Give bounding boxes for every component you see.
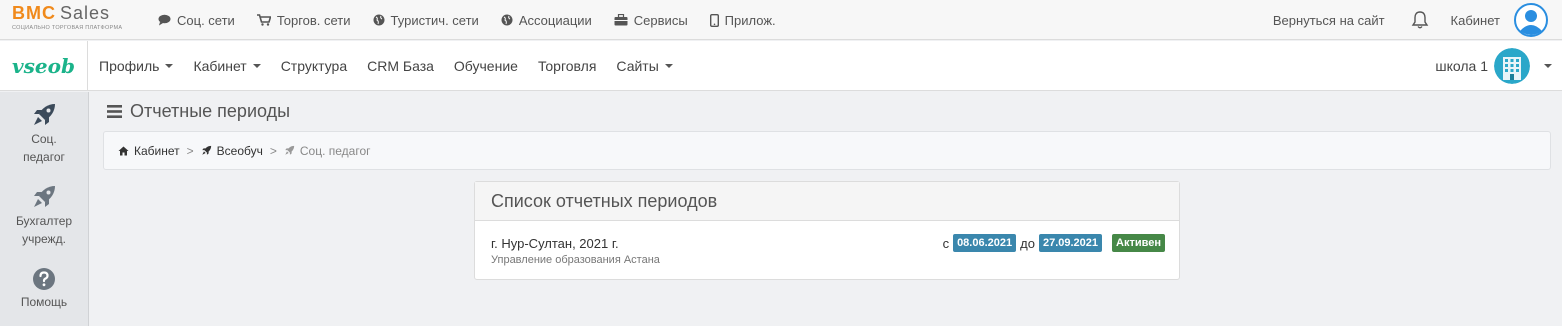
caret-down-icon <box>252 64 261 68</box>
periods-panel: Список отчетных периодов г. Нур-Султан, … <box>474 181 1180 280</box>
logo-subtitle: СОЦИАЛЬНО ТОРГОВАЯ ПЛАТФОРМА <box>12 25 123 31</box>
nav-item-cabinet[interactable]: Кабинет <box>193 58 261 74</box>
topnav-item-services[interactable]: Сервисы <box>614 13 688 28</box>
rocket-icon <box>34 104 55 125</box>
globe-icon <box>501 14 513 26</box>
nav-label: CRM База <box>367 58 434 74</box>
rocket-icon <box>34 186 55 207</box>
status-badge: Активен <box>1112 234 1165 252</box>
topnav-item-apps[interactable]: Прилож. <box>709 12 776 28</box>
cart-icon <box>256 14 271 26</box>
topnav-label: Туристич. сети <box>390 12 479 28</box>
topnav-label: Прилож. <box>724 12 776 28</box>
main-navbar: vseob Профиль Кабинет Структура CRM База… <box>0 41 1562 91</box>
nav-item-structure[interactable]: Структура <box>281 58 347 74</box>
rocket-icon <box>201 145 211 155</box>
sidebar-item-help[interactable]: Помощь <box>0 267 88 311</box>
notifications-button[interactable] <box>1411 10 1429 30</box>
from-date-badge: 08.06.2021 <box>953 234 1017 252</box>
page-title-text: Отчетные периоды <box>130 101 291 121</box>
menu-icon[interactable] <box>107 105 122 118</box>
user-avatar-icon[interactable] <box>1514 3 1548 37</box>
sidebar-item-social-pedagogue[interactable]: Соц. педагог <box>0 102 88 166</box>
top-nav: Соц. сети Торгов. сети Туристич. сети Ас… <box>158 0 798 40</box>
question-icon <box>33 268 55 290</box>
school-name: школа 1 <box>1435 58 1488 74</box>
topnav-item-social[interactable]: Соц. сети <box>158 13 235 28</box>
topnav-label: Соц. сети <box>177 12 235 28</box>
breadcrumb-label: Кабинет <box>134 143 180 158</box>
breadcrumb-label: Всеобуч <box>216 143 263 158</box>
sidebar-item-label: Помощь <box>20 295 68 309</box>
caret-down-icon <box>165 64 174 68</box>
nav-item-trade[interactable]: Торговля <box>538 58 596 74</box>
nav-label: Сайты <box>616 58 659 74</box>
nav-label: Профиль <box>99 58 160 74</box>
nav-label: Обучение <box>453 58 518 74</box>
breadcrumb-label: Соц. педагог <box>299 143 371 158</box>
to-prefix: до <box>1020 235 1035 251</box>
cabinet-link[interactable]: Кабинет <box>1451 13 1500 28</box>
caret-down-icon <box>664 64 673 68</box>
vseob-brand-logo[interactable]: vseob <box>0 41 88 91</box>
breadcrumb-separator: > <box>269 143 277 158</box>
nav-item-profile[interactable]: Профиль <box>99 58 174 74</box>
top-bar: BMC Sales СОЦИАЛЬНО ТОРГОВАЯ ПЛАТФОРМА Со… <box>0 0 1562 40</box>
bmc-sales-logo[interactable]: BMC Sales СОЦИАЛЬНО ТОРГОВАЯ ПЛАТФОРМА <box>12 4 142 36</box>
topnav-label: Торгов. сети <box>276 12 351 28</box>
topnav-item-trade[interactable]: Торгов. сети <box>256 12 351 28</box>
school-selector[interactable]: школа 1 <box>1435 41 1552 91</box>
sidebar-item-accountant[interactable]: Бухгалтер учрежд. <box>0 184 88 248</box>
sidebar-item-label: учрежд. <box>22 232 66 246</box>
comment-icon <box>158 14 171 26</box>
to-date-badge: 27.09.2021 <box>1038 234 1103 252</box>
mobile-icon <box>709 13 719 27</box>
panel-heading: Список отчетных периодов <box>475 182 1179 221</box>
breadcrumb-separator: > <box>186 143 194 158</box>
briefcase-icon <box>614 14 628 26</box>
nav-item-sites[interactable]: Сайты <box>616 58 673 74</box>
nav-label: Кабинет <box>193 58 247 74</box>
sidebar-item-label: Бухгалтер <box>15 214 73 228</box>
period-dates: с 08.06.2021 до 27.09.2021 Активен <box>943 234 1165 252</box>
topnav-label: Ассоциации <box>518 12 592 28</box>
breadcrumb-item-cabinet[interactable]: Кабинет <box>118 144 180 158</box>
nav-label: Торговля <box>537 58 597 74</box>
sidebar: Соц. педагог Бухгалтер учрежд. Помощь <box>0 92 89 326</box>
sidebar-item-label: Соц. <box>31 132 57 146</box>
page-title: Отчетные периоды <box>107 101 290 122</box>
topnav-item-associations[interactable]: Ассоциации <box>501 13 592 28</box>
period-row[interactable]: г. Нур-Султан, 2021 г. Управление образо… <box>475 221 1179 279</box>
topnav-item-tourism[interactable]: Туристич. сети <box>373 13 479 28</box>
from-prefix: с <box>942 235 950 251</box>
logo-second-text: Sales <box>60 3 111 23</box>
sidebar-item-label: педагог <box>23 150 65 164</box>
caret-down-icon <box>1544 64 1552 68</box>
globe-icon <box>373 14 385 26</box>
bell-icon <box>1411 11 1428 29</box>
breadcrumb-item-vseobuch[interactable]: Всеобуч <box>201 144 263 158</box>
breadcrumb-item-current: Соц. педагог <box>284 144 371 158</box>
period-organization: Управление образования Астана <box>491 254 660 266</box>
topnav-label: Сервисы <box>633 12 688 28</box>
nav-item-training[interactable]: Обучение <box>454 58 518 74</box>
nav-item-crm[interactable]: CRM База <box>367 58 434 74</box>
logo-main-text: BMC <box>12 3 56 23</box>
back-to-site-link[interactable]: Вернуться на сайт <box>1273 13 1385 28</box>
nav-label: Структура <box>280 58 348 74</box>
main-nav: Профиль Кабинет Структура CRM База Обуче… <box>99 41 693 91</box>
period-city: г. Нур-Султан, 2021 г. <box>491 236 619 251</box>
building-icon <box>1494 48 1530 84</box>
breadcrumb: Кабинет > Всеобуч > Соц. педагог <box>103 131 1551 170</box>
home-icon <box>118 146 129 155</box>
rocket-icon <box>285 145 295 155</box>
